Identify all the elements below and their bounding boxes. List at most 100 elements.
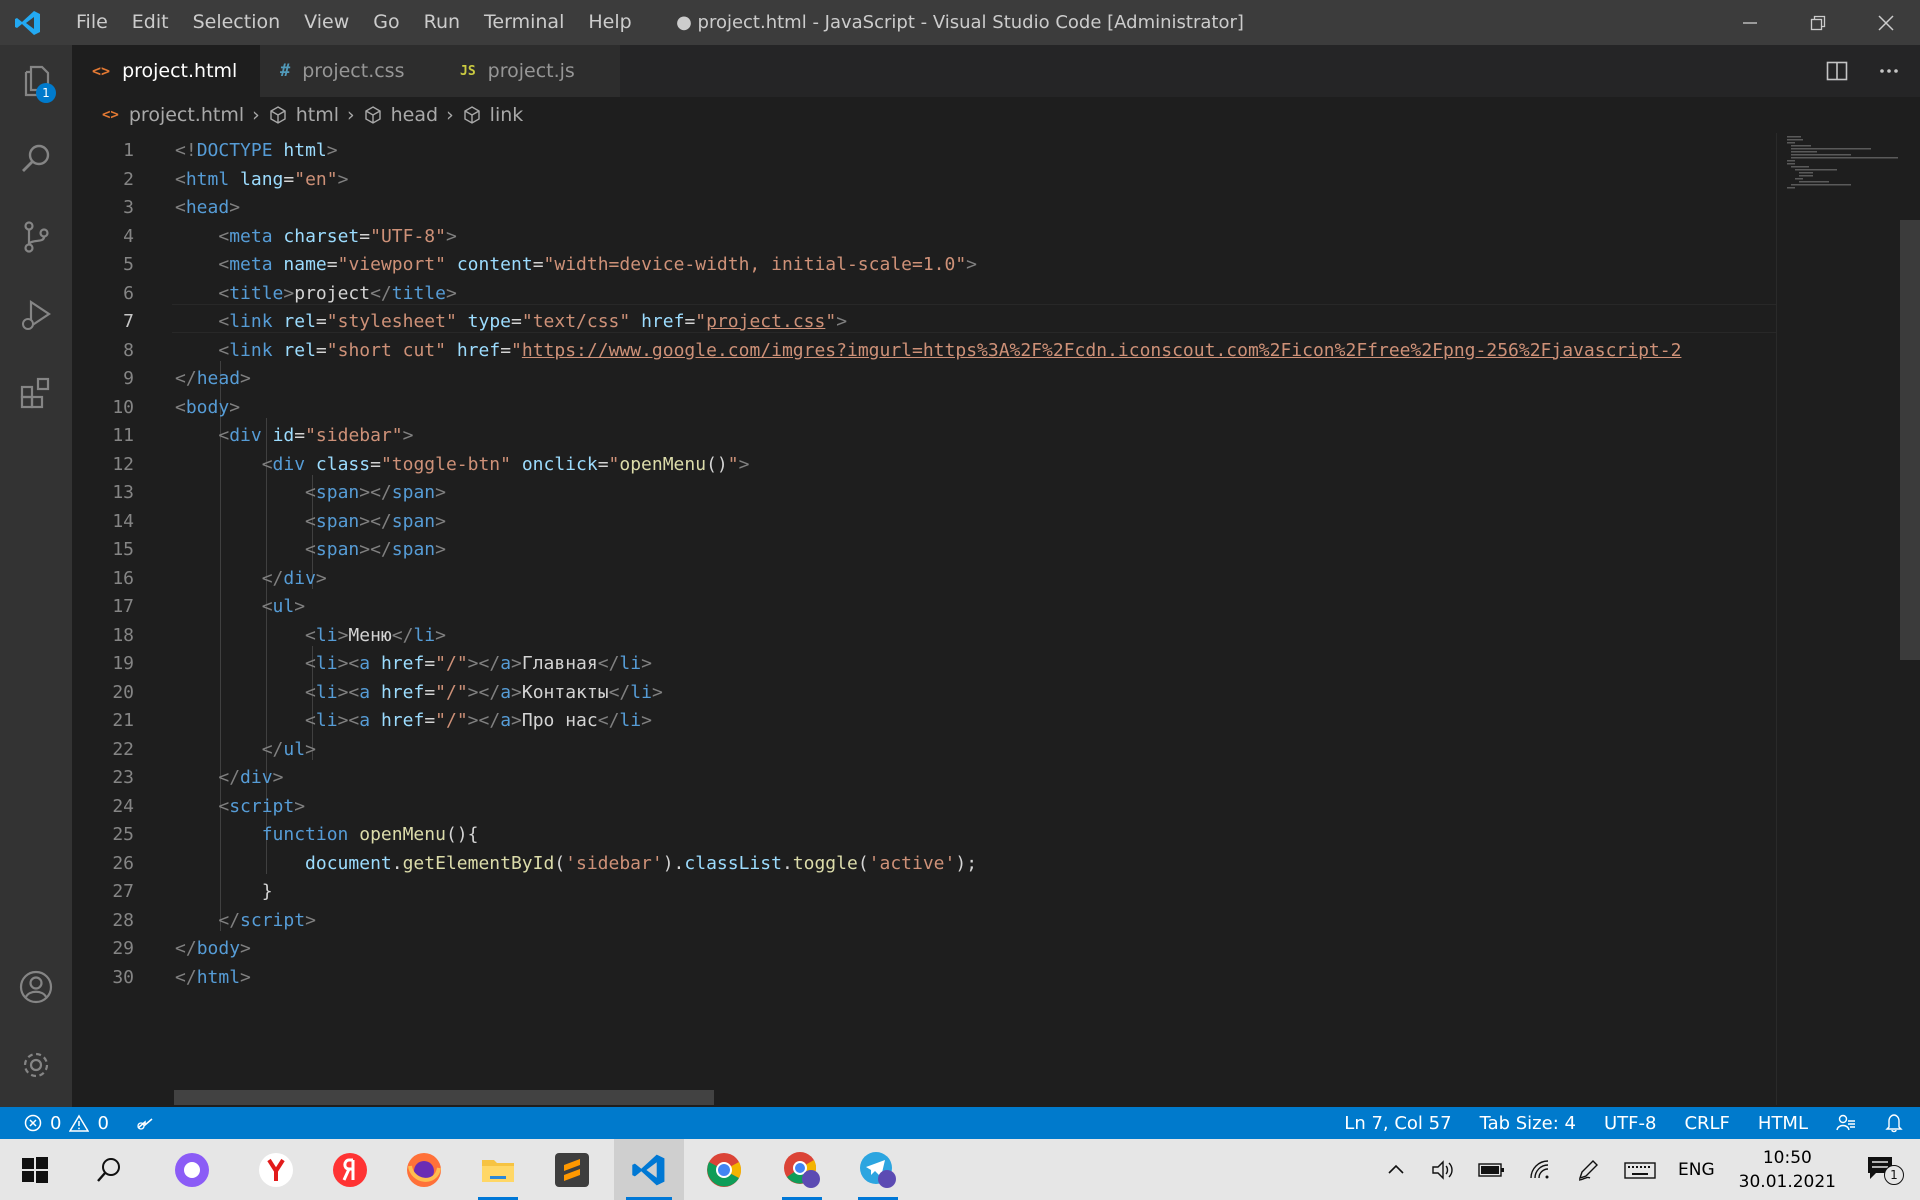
code-line[interactable]: 12 <div class="toggle-btn" onclick="open… (72, 451, 1776, 480)
search-button[interactable] (0, 123, 72, 195)
code-line[interactable]: 28 </script> (72, 907, 1776, 936)
menu-run[interactable]: Run (412, 0, 472, 45)
code-line[interactable]: 13 <span></span> (72, 479, 1776, 508)
code-line[interactable]: 21 <li><a href="/"></a>Про нас</li> (72, 707, 1776, 736)
taskbar-vscode[interactable] (614, 1139, 684, 1200)
action-center-button[interactable]: 1 (1866, 1155, 1906, 1185)
vscode-logo-icon[interactable] (14, 9, 42, 37)
code-line[interactable]: 17 <ul> (72, 593, 1776, 622)
tab-project-js[interactable]: JS project.js (440, 45, 620, 97)
menu-terminal[interactable]: Terminal (472, 0, 576, 45)
cursor-position[interactable]: Ln 7, Col 57 (1344, 1113, 1451, 1134)
split-editor-icon[interactable] (1826, 60, 1848, 82)
code-line[interactable]: 30 </html> (72, 964, 1776, 993)
taskbar-search-button[interactable] (78, 1139, 140, 1200)
input-language[interactable]: ENG (1678, 1160, 1715, 1180)
code-editor[interactable]: 1 <!DOCTYPE html> 2 <html lang="en"> 3 <head>… (72, 133, 1776, 1105)
taskbar-alice-app[interactable] (160, 1139, 224, 1200)
code-line[interactable]: 9 </head> (72, 365, 1776, 394)
taskbar-file-explorer[interactable] (466, 1139, 530, 1200)
wifi-icon[interactable] (1528, 1158, 1554, 1182)
start-button[interactable] (0, 1139, 70, 1200)
breadcrumb-file[interactable]: <> project.html (102, 104, 244, 126)
code-line[interactable]: 26 document.getElementById('sidebar').cl… (72, 850, 1776, 879)
breadcrumb-link[interactable]: link (462, 104, 523, 126)
close-button[interactable] (1852, 0, 1920, 45)
taskbar-yandex-browser[interactable] (244, 1139, 308, 1200)
code-line[interactable]: 1 <!DOCTYPE html> (72, 137, 1776, 166)
feedback-icon[interactable] (1836, 1113, 1856, 1133)
taskbar-telegram[interactable] (846, 1139, 910, 1200)
taskbar-chrome-profile[interactable] (770, 1139, 834, 1200)
code-line[interactable]: 3 <head> (72, 194, 1776, 223)
manage-button[interactable] (0, 1029, 72, 1101)
taskbar-chrome[interactable] (692, 1139, 756, 1200)
problems-indicator[interactable]: 0 0 (0, 1113, 155, 1134)
end-of-line[interactable]: CRLF (1684, 1113, 1729, 1134)
horizontal-scrollbar-thumb[interactable] (174, 1090, 714, 1105)
tab-size[interactable]: Tab Size: 4 (1480, 1113, 1576, 1134)
live-share-icon[interactable] (135, 1114, 155, 1132)
taskbar-sublime-text[interactable] (540, 1139, 604, 1200)
accounts-button[interactable] (0, 951, 72, 1023)
restore-button[interactable] (1784, 0, 1852, 45)
code-line[interactable]: 27 } (72, 878, 1776, 907)
code-line[interactable]: 25 function openMenu(){ (72, 821, 1776, 850)
code-token: > (402, 425, 414, 446)
code-line[interactable]: 18 <li>Меню</li> (72, 622, 1776, 651)
code-line[interactable]: 24 <script> (72, 793, 1776, 822)
code-line[interactable]: 16 </div> (72, 565, 1776, 594)
battery-icon[interactable] (1478, 1158, 1506, 1182)
taskbar-firefox[interactable] (392, 1139, 456, 1200)
code-line[interactable]: 11 <div id="sidebar"> (72, 422, 1776, 451)
source-control-button[interactable] (0, 201, 72, 273)
menu-view[interactable]: View (292, 0, 361, 45)
menu-edit[interactable]: Edit (120, 0, 181, 45)
vertical-scrollbar-thumb[interactable] (1900, 220, 1920, 660)
code-line[interactable]: 5 <meta name="viewport" content="width=d… (72, 251, 1776, 280)
language-mode[interactable]: HTML (1758, 1113, 1808, 1134)
extensions-button[interactable] (0, 357, 72, 429)
code-line[interactable]: 20 <li><a href="/"></a>Контакты</li> (72, 679, 1776, 708)
code-line[interactable]: 19 <li><a href="/"></a>Главная</li> (72, 650, 1776, 679)
code-line[interactable]: 15 <span></span> (72, 536, 1776, 565)
volume-icon[interactable] (1430, 1158, 1456, 1182)
code-line[interactable]: 23 </div> (72, 764, 1776, 793)
html-file-icon: <> (92, 62, 111, 80)
code-line[interactable]: 29 </body> (72, 935, 1776, 964)
code-line[interactable]: 10 <body> (72, 394, 1776, 423)
code-token: < (218, 795, 230, 817)
breadcrumb-html[interactable]: html (268, 104, 339, 126)
code-token: "short cut" (326, 339, 446, 361)
clock[interactable]: 10:50 30.01.2021 (1739, 1146, 1836, 1194)
code-line[interactable]: 14 <span></span> (72, 508, 1776, 537)
minimap[interactable] (1776, 133, 1901, 1105)
code-line[interactable]: 4 <meta charset="UTF-8"> (72, 223, 1776, 252)
menu-file[interactable]: File (64, 0, 120, 45)
code-line[interactable]: 2 <html lang="en"> (72, 166, 1776, 195)
menu-go[interactable]: Go (361, 0, 411, 45)
pen-icon[interactable] (1576, 1158, 1602, 1182)
touch-keyboard-icon[interactable] (1624, 1158, 1656, 1182)
bell-icon[interactable] (1884, 1113, 1904, 1133)
explorer-button[interactable]: 1 (0, 45, 72, 117)
code-line[interactable]: 8 <link rel="short cut" href="https://ww… (72, 337, 1776, 366)
file-encoding[interactable]: UTF-8 (1604, 1113, 1656, 1134)
menu-selection[interactable]: Selection (181, 0, 293, 45)
breadcrumb-head[interactable]: head (363, 104, 438, 126)
run-debug-button[interactable] (0, 279, 72, 351)
menu-help[interactable]: Help (576, 0, 643, 45)
chevron-up-icon[interactable] (1384, 1158, 1408, 1182)
tab-project-html[interactable]: <> project.html (72, 45, 260, 97)
code-line[interactable]: 6 <title>project</title> (72, 280, 1776, 309)
code-line[interactable]: 7 <link rel="stylesheet" type="text/css"… (72, 308, 1776, 337)
code-line[interactable]: 22 </ul> (72, 736, 1776, 765)
minimize-button[interactable] (1716, 0, 1784, 45)
taskbar-yandex[interactable] (318, 1139, 382, 1200)
tab-project-css[interactable]: # project.css (260, 45, 440, 97)
more-actions-icon[interactable] (1878, 60, 1900, 82)
